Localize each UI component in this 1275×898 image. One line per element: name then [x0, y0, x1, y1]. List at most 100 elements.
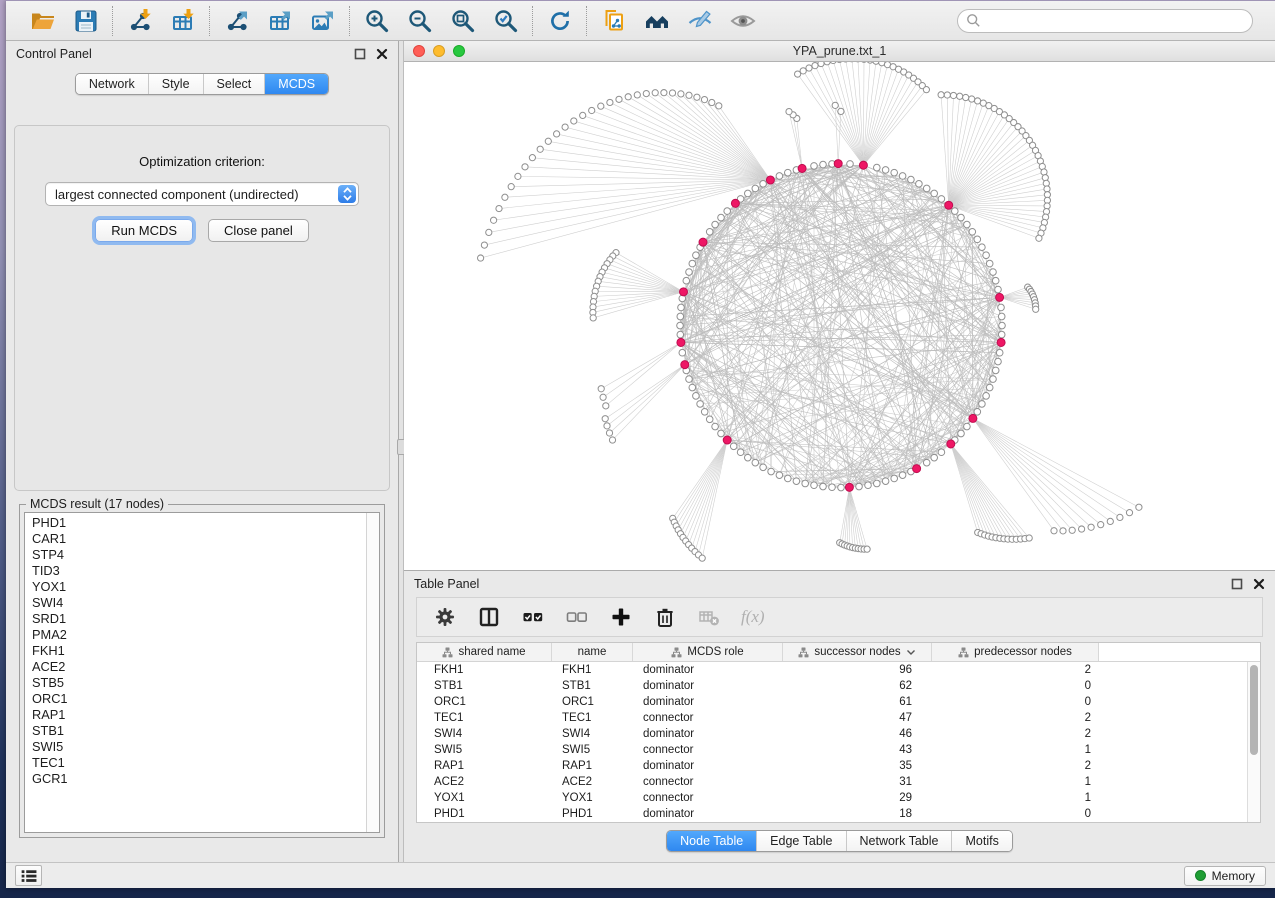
column-label: name — [578, 646, 607, 658]
search-input[interactable] — [986, 14, 1244, 28]
refresh-icon[interactable] — [546, 7, 573, 34]
node-table[interactable]: shared name name MCDS rolesuccessor nodesp… — [416, 642, 1261, 823]
task-history-button[interactable] — [15, 865, 42, 886]
cell-successor-nodes: 62 — [783, 680, 932, 692]
import-network-icon[interactable] — [126, 7, 153, 34]
cell-predecessor-nodes: 0 — [932, 680, 1099, 692]
result-node[interactable]: SWI5 — [25, 739, 365, 755]
zoom-fit-icon[interactable] — [449, 7, 476, 34]
minimize-window-icon[interactable] — [433, 45, 445, 57]
optimization-criterion-label: Optimization criterion: — [15, 154, 389, 169]
deselect-all-icon[interactable] — [565, 605, 589, 629]
cell-predecessor-nodes: 2 — [932, 712, 1099, 724]
table-scrollbar-thumb[interactable] — [1250, 665, 1258, 755]
show-all-icon[interactable] — [729, 7, 756, 34]
column-visibility-icon[interactable] — [477, 605, 501, 629]
maximize-window-icon[interactable] — [453, 45, 465, 57]
cell-shared-name: SWI4 — [417, 728, 552, 740]
result-node[interactable]: STB1 — [25, 723, 365, 739]
zoom-out-icon[interactable] — [406, 7, 433, 34]
open-session-icon[interactable] — [29, 7, 56, 34]
table-scrollbar[interactable] — [1247, 662, 1260, 822]
hide-selected-icon[interactable] — [686, 7, 713, 34]
close-table-panel-icon[interactable] — [1253, 578, 1265, 590]
settings-gear-icon[interactable] — [433, 605, 457, 629]
mcds-result-list[interactable]: PHD1CAR1STP4TID3YOX1SWI4SRD1PMA2FKH1ACE2… — [24, 512, 380, 833]
close-window-icon[interactable] — [413, 45, 425, 57]
zoom-selected-icon[interactable] — [492, 7, 519, 34]
network-graph[interactable] — [404, 62, 1275, 570]
tab-style[interactable]: Style — [148, 74, 203, 94]
result-node[interactable]: ACE2 — [25, 659, 365, 675]
cell-successor-nodes: 31 — [783, 776, 932, 788]
result-node[interactable]: SWI4 — [25, 595, 365, 611]
result-node[interactable]: YOX1 — [25, 579, 365, 595]
table-row[interactable]: SWI5SWI5connector431 — [417, 742, 1260, 758]
import-table-icon[interactable] — [169, 7, 196, 34]
table-tab-node-table[interactable]: Node Table — [667, 831, 756, 851]
tab-network[interactable]: Network — [76, 74, 148, 94]
app-window: Control Panel NetworkStyleSelectMCDS Opt — [6, 0, 1275, 888]
mcds-result-title: MCDS result (17 nodes) — [26, 497, 168, 511]
column-header-successor-nodes[interactable]: successor nodes — [783, 643, 932, 661]
result-list-scrollbar[interactable] — [366, 513, 379, 832]
float-table-panel-icon[interactable] — [1231, 578, 1243, 590]
close-panel-button[interactable]: Close panel — [208, 219, 309, 242]
cell-MCDS-role: connector — [633, 792, 783, 804]
column-header-predecessor-nodes[interactable]: predecessor nodes — [932, 643, 1099, 661]
table-tab-network-table[interactable]: Network Table — [846, 831, 952, 851]
column-type-icon — [798, 647, 809, 658]
duplicate-network-icon[interactable] — [600, 7, 627, 34]
table-row[interactable]: FKH1FKH1dominator962 — [417, 662, 1260, 678]
export-network-icon[interactable] — [223, 7, 250, 34]
tab-select[interactable]: Select — [203, 74, 265, 94]
run-mcds-button[interactable]: Run MCDS — [95, 219, 193, 242]
column-header-shared-name[interactable]: shared name — [417, 643, 552, 661]
memory-button[interactable]: Memory — [1184, 866, 1266, 886]
table-row[interactable]: TEC1TEC1connector472 — [417, 710, 1260, 726]
export-table-icon[interactable] — [266, 7, 293, 34]
cell-MCDS-role: dominator — [633, 680, 783, 692]
table-row[interactable]: PHD1PHD1dominator180 — [417, 806, 1260, 822]
delete-row-icon[interactable] — [653, 605, 677, 629]
table-row[interactable]: ORC1ORC1dominator610 — [417, 694, 1260, 710]
result-node[interactable]: STP4 — [25, 547, 365, 563]
result-node[interactable]: ORC1 — [25, 691, 365, 707]
result-node[interactable]: CAR1 — [25, 531, 365, 547]
zoom-in-icon[interactable] — [363, 7, 390, 34]
result-node[interactable]: GCR1 — [25, 771, 365, 787]
mcds-result-group: MCDS result (17 nodes) PHD1CAR1STP4TID3Y… — [19, 504, 385, 838]
table-row[interactable]: YOX1YOX1connector291 — [417, 790, 1260, 806]
select-all-icon[interactable] — [521, 605, 545, 629]
table-tab-edge-table[interactable]: Edge Table — [756, 831, 845, 851]
result-node[interactable]: TEC1 — [25, 755, 365, 771]
tab-mcds[interactable]: MCDS — [264, 74, 328, 94]
table-row[interactable]: STB1STB1dominator620 — [417, 678, 1260, 694]
table-tab-motifs[interactable]: Motifs — [951, 831, 1011, 851]
table-row[interactable]: ACE2ACE2connector311 — [417, 774, 1260, 790]
result-node[interactable]: RAP1 — [25, 707, 365, 723]
add-row-icon[interactable] — [609, 605, 633, 629]
column-header-MCDS-role[interactable]: MCDS role — [633, 643, 783, 661]
result-node[interactable]: PHD1 — [25, 515, 365, 531]
result-node[interactable]: SRD1 — [25, 611, 365, 627]
cell-shared-name: ACE2 — [417, 776, 552, 788]
close-panel-icon[interactable] — [376, 48, 388, 60]
result-node[interactable]: STB5 — [25, 675, 365, 691]
result-node[interactable]: PMA2 — [25, 627, 365, 643]
float-panel-icon[interactable] — [354, 48, 366, 60]
cell-MCDS-role: dominator — [633, 696, 783, 708]
window-traffic-lights — [413, 45, 465, 57]
result-node[interactable]: TID3 — [25, 563, 365, 579]
network-canvas[interactable] — [404, 62, 1275, 570]
column-header-name[interactable]: name — [552, 643, 633, 661]
export-image-icon[interactable] — [309, 7, 336, 34]
optimization-criterion-select[interactable]: largest connected component (undirected) — [45, 182, 359, 206]
select-stepper-icon — [338, 185, 356, 203]
table-row[interactable]: SWI4SWI4dominator462 — [417, 726, 1260, 742]
result-node[interactable]: FKH1 — [25, 643, 365, 659]
first-neighbors-icon[interactable] — [643, 7, 670, 34]
save-session-icon[interactable] — [72, 7, 99, 34]
search-box[interactable] — [957, 9, 1253, 33]
table-row[interactable]: RAP1RAP1dominator352 — [417, 758, 1260, 774]
